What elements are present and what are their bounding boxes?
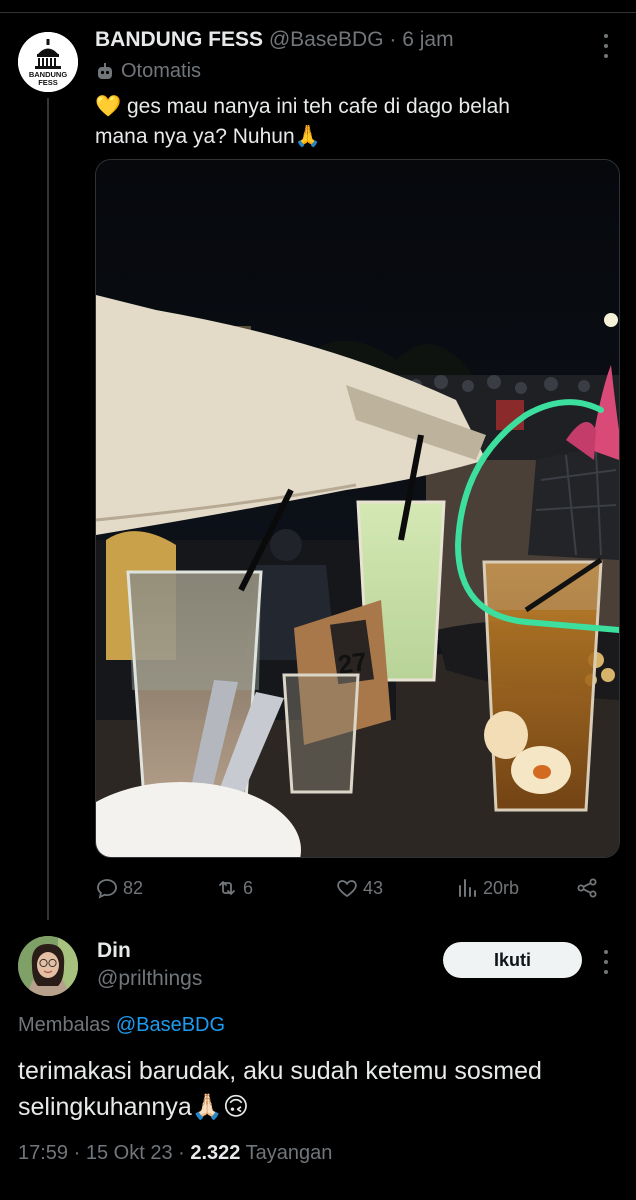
retweet-icon <box>219 881 235 895</box>
automated-account-label: Otomatis <box>95 60 201 83</box>
heart-icon <box>337 880 357 898</box>
reply-author-handle[interactable]: @prilthings <box>97 967 202 991</box>
follow-button[interactable]: Ikuti <box>443 942 582 978</box>
robot-icon <box>98 62 112 79</box>
reply-more-options-icon[interactable] <box>596 948 616 976</box>
reply-views-count: 2.322 <box>190 1142 241 1164</box>
tweet-author-handle[interactable]: @BaseBDG <box>269 28 384 51</box>
tweet-more-options-icon[interactable] <box>596 32 616 60</box>
views-icon <box>459 879 476 897</box>
avatar-logo-text-2: FESS <box>38 78 58 87</box>
reply-metadata: 17:59 · 15 Okt 23 · 2.322 Tayangan <box>18 1142 332 1165</box>
replying-to-line: Membalas @BaseBDG <box>18 1014 225 1037</box>
tweet-time[interactable]: 6 jam <box>402 28 453 51</box>
tweet-photo[interactable]: 27 <box>95 159 620 858</box>
reply-text-line-1: terimakasi barudak, aku sudah ketemu sos… <box>18 1057 542 1085</box>
avatar-din[interactable] <box>18 936 78 996</box>
views-action[interactable]: 20rb <box>455 872 519 904</box>
meta-separator-1: · <box>73 1142 81 1164</box>
share-icon <box>577 878 597 898</box>
tweet-text: 💛 ges mau nanya ini teh cafe di dago bel… <box>95 92 605 152</box>
automated-label-text: Otomatis <box>121 60 202 82</box>
avatar-bandung-fess[interactable]: BANDUNG FESS <box>18 32 78 92</box>
replying-prefix: Membalas <box>18 1014 111 1036</box>
reply-date[interactable]: 15 Okt 23 <box>86 1142 173 1164</box>
top-divider <box>0 12 636 13</box>
header-separator: · <box>389 28 397 51</box>
reply-action[interactable]: 82 <box>95 872 143 904</box>
share-action[interactable] <box>575 872 599 904</box>
retweet-count: 6 <box>243 877 254 898</box>
reply-views-label: Tayangan <box>245 1142 333 1164</box>
tweet-text-line-2: mana nya ya? Nuhun🙏 <box>95 125 321 148</box>
tweet-author-name[interactable]: BANDUNG FESS <box>95 28 263 51</box>
reply-count: 82 <box>123 877 144 898</box>
views-count: 20rb <box>483 877 520 898</box>
reply-text-line-2: selingkuhannya🙏🏻🙃 <box>18 1093 249 1121</box>
reply-icon <box>97 879 117 899</box>
tweet-actions-bar: 82 6 43 20rb <box>95 872 615 904</box>
reply-author-name[interactable]: Din <box>97 939 131 963</box>
replying-to-mention-link[interactable]: @BaseBDG <box>116 1014 225 1036</box>
meta-separator-2: · <box>178 1142 185 1164</box>
tweet-text-line-1: 💛 ges mau nanya ini teh cafe di dago bel… <box>95 95 510 118</box>
like-action[interactable]: 43 <box>335 872 383 904</box>
like-count: 43 <box>363 877 384 898</box>
retweet-action[interactable]: 6 <box>215 872 253 904</box>
thread-connector-line <box>47 98 49 920</box>
reply-text: terimakasi barudak, aku sudah ketemu sos… <box>18 1053 618 1125</box>
reply-time[interactable]: 17:59 <box>18 1142 68 1164</box>
tweet-header: BANDUNG FESS @BaseBDG · 6 jam <box>95 28 454 52</box>
